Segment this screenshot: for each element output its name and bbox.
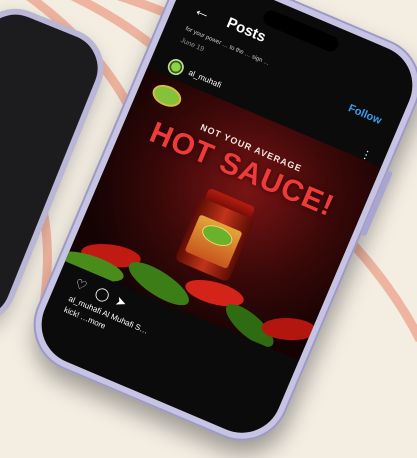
avatar[interactable]	[165, 56, 187, 78]
post-date: June 19	[179, 37, 205, 54]
heart-icon[interactable]: ♡	[72, 276, 90, 295]
comment-icon[interactable]: ◯	[93, 284, 112, 304]
green-pepper	[122, 254, 195, 313]
share-icon[interactable]: ➤	[113, 293, 129, 312]
arrow-left-icon[interactable]: ←	[190, 0, 215, 25]
page-title: Posts	[224, 14, 269, 46]
follow-button[interactable]: Follow	[346, 102, 383, 127]
post-author[interactable]: al_muhafi	[165, 56, 223, 90]
post-actions: ♡ ◯ ➤	[72, 276, 129, 311]
